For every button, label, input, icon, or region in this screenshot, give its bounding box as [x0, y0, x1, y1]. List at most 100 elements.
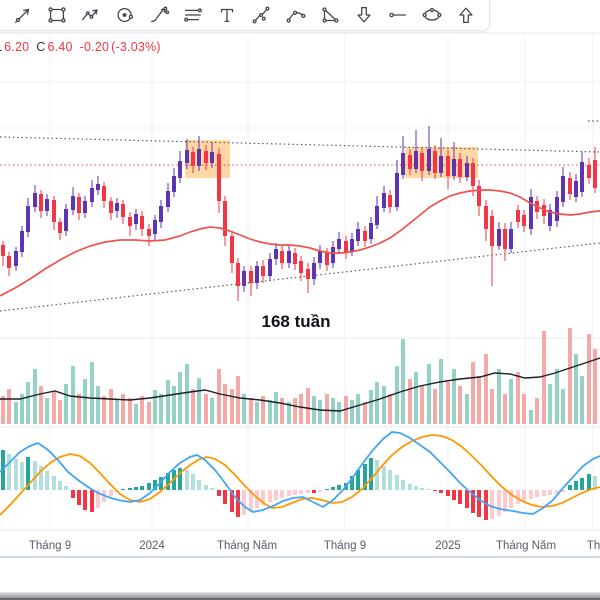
volume-bar — [350, 400, 354, 424]
volume-bar — [58, 400, 62, 424]
volume-bar — [166, 380, 170, 424]
candle-body — [408, 155, 412, 169]
candle-body — [293, 253, 297, 264]
candle-body — [337, 239, 341, 249]
volume-bar — [574, 354, 578, 424]
volume-bar — [503, 394, 507, 424]
macd-histogram-bar — [529, 490, 533, 499]
volume-bar — [375, 382, 379, 424]
triangle-icon[interactable] — [317, 2, 343, 28]
weeks-annotation: 168 tuần — [261, 312, 331, 331]
candle-body — [382, 193, 386, 208]
macd-histogram-bar — [414, 486, 418, 490]
volume-bar — [299, 394, 303, 424]
trend-line-icon[interactable] — [10, 2, 36, 28]
candle-body — [401, 153, 405, 175]
volume-bar — [1, 396, 5, 424]
candle-body — [497, 229, 501, 246]
candle-body — [439, 156, 443, 173]
candle-body — [363, 231, 367, 241]
volume-bar — [185, 364, 189, 424]
candle-body — [217, 154, 221, 201]
volume-bar — [439, 359, 443, 424]
volume-bar — [458, 386, 462, 424]
candle-body — [191, 152, 195, 166]
macd-histogram-bar — [427, 489, 431, 490]
parallel-lines-icon[interactable] — [180, 2, 206, 28]
low-label: L — [0, 40, 2, 54]
volume-bar — [45, 398, 49, 424]
macd-histogram-bar — [64, 486, 68, 490]
macd-histogram-bar — [497, 490, 501, 516]
volume-bar — [210, 398, 214, 424]
macd-histogram-bar — [217, 490, 221, 496]
volume-bar — [255, 402, 259, 424]
volume-bar — [427, 364, 431, 424]
candle-body — [388, 195, 392, 207]
macd-histogram-bar — [580, 478, 584, 490]
macd-histogram-bar — [140, 486, 144, 490]
volume-bar — [191, 389, 195, 424]
wave-zigzag-icon[interactable] — [78, 2, 104, 28]
macd-histogram-bar — [134, 487, 138, 490]
volume-bar — [420, 386, 424, 424]
candle-body — [64, 209, 68, 231]
candle-body — [356, 229, 360, 241]
macd-histogram-bar — [293, 490, 297, 495]
candle-body — [477, 186, 481, 206]
candle-body — [204, 151, 208, 163]
macd-histogram-bar — [242, 490, 246, 515]
macd-histogram-bar — [90, 490, 94, 512]
candle-body — [197, 149, 201, 166]
arrow-down-icon[interactable] — [351, 2, 377, 28]
volume-bar — [363, 402, 367, 424]
candle-body — [331, 247, 335, 263]
candle-body — [261, 266, 265, 276]
candle-body — [395, 173, 399, 207]
macd-histogram-bar — [312, 490, 316, 493]
volume-bar — [477, 376, 481, 424]
disjoint-channel-icon[interactable] — [248, 2, 274, 28]
candle-body — [312, 263, 316, 279]
volume-bar — [568, 328, 572, 424]
candle-body — [7, 256, 11, 268]
candle-body — [568, 178, 572, 194]
candle-body — [83, 201, 87, 213]
chart-canvas[interactable]: Tháng 9 2024 Tháng Năm Tháng 9 2025 Tháng Năm… — [0, 0, 600, 600]
volume-bar — [306, 388, 310, 424]
macd-histogram-bar — [452, 490, 456, 500]
brush-icon[interactable] — [146, 2, 172, 28]
volume-bar — [356, 394, 360, 424]
volume-bar — [401, 339, 405, 424]
volume-bar — [509, 379, 513, 424]
ellipse-icon[interactable] — [419, 2, 445, 28]
volume-bar — [280, 398, 284, 424]
macd-histogram-bar — [223, 490, 227, 504]
macd-histogram-bar — [299, 490, 303, 494]
time-axis-label: Tháng 9 — [324, 540, 366, 552]
volume-bar — [561, 389, 565, 424]
volume-bar — [465, 394, 469, 424]
circle-point-icon[interactable] — [112, 2, 138, 28]
candle-body — [77, 197, 81, 213]
rectangle-icon[interactable] — [44, 2, 70, 28]
macd-histogram-bar — [191, 474, 195, 490]
time-axis-label: 2025 — [435, 540, 461, 552]
volume-bar — [71, 366, 75, 424]
trendline — [0, 136, 600, 153]
curve-icon[interactable] — [283, 2, 309, 28]
candle-body — [490, 216, 494, 246]
candle-body — [503, 229, 507, 249]
volume-bar — [318, 400, 322, 424]
horizontal-ray-icon[interactable] — [385, 2, 411, 28]
arrow-up-icon[interactable] — [453, 2, 479, 28]
text-tool-icon[interactable] — [214, 2, 240, 28]
time-axis-label: Tháng Năm — [217, 540, 277, 552]
candle-body — [230, 236, 234, 263]
volume-bar — [204, 394, 208, 424]
volume-bar — [96, 386, 100, 424]
volume-bar — [369, 390, 373, 424]
volume-bar — [490, 389, 494, 424]
macd-histogram-bar — [83, 490, 87, 510]
macd-histogram-bar — [587, 474, 591, 490]
